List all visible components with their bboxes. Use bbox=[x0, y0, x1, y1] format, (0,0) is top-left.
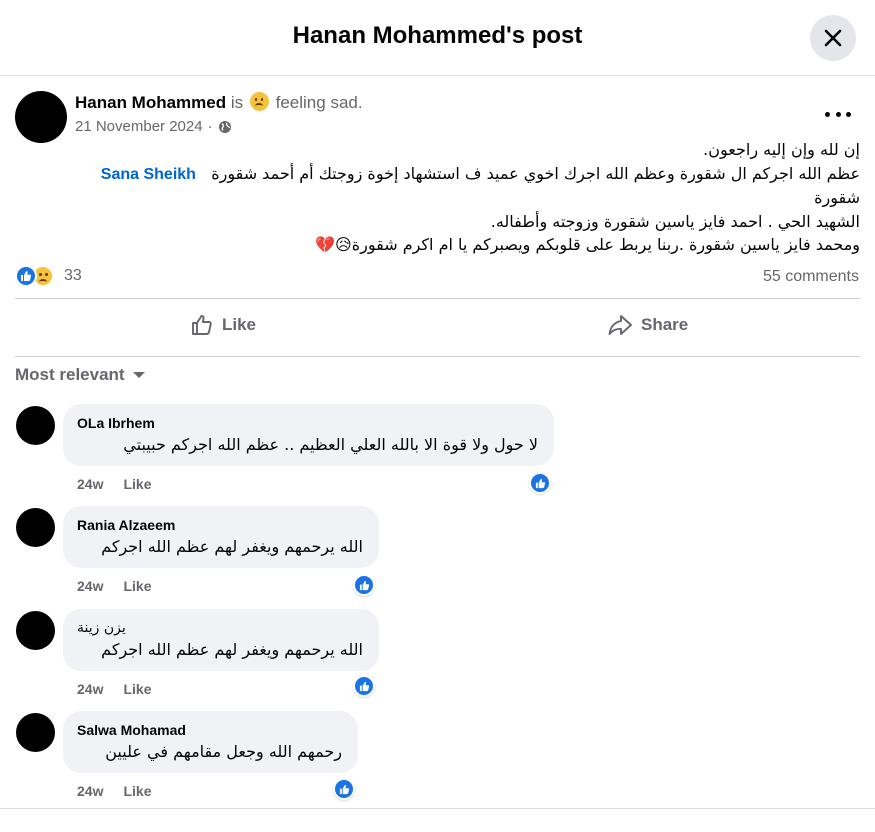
comment-reaction-badge[interactable] bbox=[353, 675, 375, 697]
comment-reaction-badge[interactable] bbox=[353, 574, 375, 596]
comment-item: Rania Alzaeem الله يرحمهم ويغفر لهم عظم … bbox=[0, 506, 875, 606]
globe-icon bbox=[218, 120, 231, 133]
mention-link[interactable]: Sana Sheikh bbox=[101, 166, 196, 183]
more-options-button[interactable] bbox=[825, 104, 851, 124]
comment-avatar[interactable] bbox=[16, 406, 55, 445]
comments-count[interactable]: 55 comments bbox=[763, 268, 859, 286]
comment-author[interactable]: يزن زينة bbox=[77, 620, 363, 637]
comment-author[interactable]: Salwa Mohamad bbox=[77, 722, 342, 739]
like-reaction-icon bbox=[359, 681, 369, 691]
comment-bubble: OLa Ibrhem لا حول ولا قوة الا بالله العل… bbox=[63, 404, 554, 466]
post-feeling: feeling sad. bbox=[275, 93, 363, 112]
post-body-line: شقورة bbox=[814, 188, 860, 207]
comment-meta: 24w Like bbox=[77, 783, 151, 799]
thumbs-up-icon bbox=[192, 315, 212, 335]
more-dot bbox=[835, 111, 841, 117]
share-button[interactable]: Share bbox=[607, 303, 688, 347]
divider bbox=[15, 356, 860, 357]
like-reaction-icon bbox=[339, 784, 349, 794]
post-author-line: Hanan Mohammed is feeling sad. bbox=[75, 92, 363, 113]
comment-reaction-badge[interactable] bbox=[333, 778, 355, 800]
close-icon bbox=[824, 29, 842, 47]
post-author-avatar[interactable] bbox=[15, 91, 67, 143]
comment-time[interactable]: 24w bbox=[77, 681, 103, 697]
comment-like-button[interactable]: Like bbox=[123, 681, 151, 697]
share-icon bbox=[608, 315, 632, 335]
comment-like-button[interactable]: Like bbox=[123, 783, 151, 799]
comment-time[interactable]: 24w bbox=[77, 783, 103, 799]
like-button[interactable]: Like bbox=[190, 303, 256, 347]
sad-face-icon bbox=[249, 92, 269, 111]
comment-meta: 24w Like bbox=[77, 476, 151, 492]
comment-bubble: Salwa Mohamad رحمهم الله وجعل مقامهم في … bbox=[63, 711, 358, 773]
like-button-label: Like bbox=[222, 315, 257, 334]
comment-like-button[interactable]: Like bbox=[123, 578, 151, 594]
share-button-label: Share bbox=[641, 315, 689, 334]
comment-bubble: Rania Alzaeem الله يرحمهم ويغفر لهم عظم … bbox=[63, 506, 379, 568]
divider bbox=[15, 298, 860, 299]
comment-reaction-badge[interactable] bbox=[529, 472, 551, 494]
comment-item: يزن زينة الله يرحمهم ويغفر لهم عظم الله … bbox=[0, 609, 875, 709]
post-date[interactable]: 21 November 2024 bbox=[75, 118, 203, 135]
comment-time[interactable]: 24w bbox=[77, 578, 103, 594]
like-reaction-icon bbox=[535, 478, 545, 488]
comment-avatar[interactable] bbox=[16, 611, 55, 650]
comment-bubble: يزن زينة الله يرحمهم ويغفر لهم عظم الله … bbox=[63, 609, 379, 671]
comment-avatar[interactable] bbox=[16, 508, 55, 547]
comment-time[interactable]: 24w bbox=[77, 476, 103, 492]
comment-text: رحمهم الله وجعل مقامهم في عليين bbox=[105, 742, 342, 761]
post-body-line: ومحمد فايز ياسين شقورة .ربنا يربط على قل… bbox=[315, 235, 860, 254]
more-dot bbox=[846, 111, 851, 117]
comment-author[interactable]: OLa Ibrhem bbox=[77, 415, 538, 432]
comment-sort-label: Most relevant bbox=[15, 365, 125, 384]
post-body-text: عظم الله اجركم ال شقورة وعظم الله اجرك ا… bbox=[211, 163, 860, 183]
comment-avatar[interactable] bbox=[16, 713, 55, 752]
like-reaction-icon bbox=[15, 265, 37, 287]
post-body-line: الشهيد الحي . احمد فايز ياسين شقورة وزوج… bbox=[490, 211, 860, 231]
post-body: إن لله وإن إليه راجعون. عظم الله اجركم ا… bbox=[15, 138, 860, 257]
comment-text: الله يرحمهم ويغفر لهم عظم الله اجركم bbox=[101, 537, 363, 556]
close-button[interactable] bbox=[810, 15, 856, 61]
post-body-line: إن لله وإن إليه راجعون. bbox=[703, 140, 860, 159]
reaction-count: 33 bbox=[64, 267, 82, 284]
caret-down-icon bbox=[132, 372, 145, 378]
comment-meta: 24w Like bbox=[77, 681, 151, 697]
comment-like-button[interactable]: Like bbox=[123, 476, 151, 492]
comment-item: Salwa Mohamad رحمهم الله وجعل مقامهم في … bbox=[0, 711, 875, 811]
dialog-footer-border bbox=[0, 808, 875, 809]
dialog-header: Hanan Mohammed's post bbox=[0, 0, 875, 76]
post-is-text: is bbox=[230, 93, 244, 112]
meta-separator: · bbox=[207, 118, 213, 135]
post-body-line: عظم الله اجركم ال شقورة وعظم الله اجرك ا… bbox=[15, 162, 860, 187]
reactions-summary[interactable]: 33 bbox=[15, 265, 82, 287]
comment-text: الله يرحمهم ويغفر لهم عظم الله اجركم bbox=[101, 640, 363, 659]
comment-meta: 24w Like bbox=[77, 578, 151, 594]
post-meta: 21 November 2024 · bbox=[75, 118, 232, 135]
comment-text: لا حول ولا قوة الا بالله العلي العظيم ..… bbox=[123, 435, 538, 454]
comment-item: OLa Ibrhem لا حول ولا قوة الا بالله العل… bbox=[0, 404, 875, 504]
comment-author[interactable]: Rania Alzaeem bbox=[77, 517, 363, 534]
dialog-title: Hanan Mohammed's post bbox=[292, 22, 583, 49]
like-reaction-icon bbox=[359, 580, 369, 590]
more-dots-icon bbox=[825, 111, 830, 117]
post-author-name[interactable]: Hanan Mohammed bbox=[75, 93, 226, 112]
comment-sort-dropdown[interactable]: Most relevant bbox=[15, 365, 145, 385]
